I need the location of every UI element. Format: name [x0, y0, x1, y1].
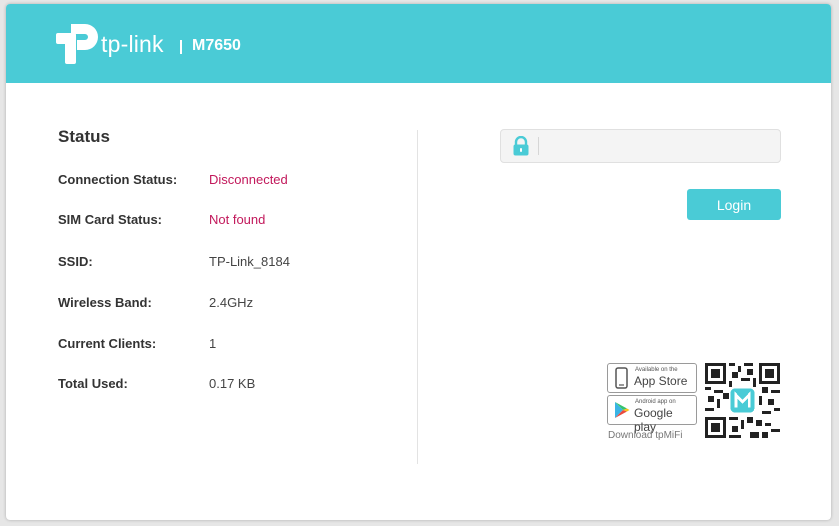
app-store-big-text: App Store	[634, 374, 688, 388]
ssid-value: TP-Link_8184	[209, 254, 290, 269]
wireless-band-value: 2.4GHz	[209, 295, 254, 310]
sim-card-status-label: SIM Card Status:	[58, 212, 163, 227]
status-title: Status	[58, 127, 110, 146]
login-button[interactable]: Login	[687, 189, 781, 220]
google-play-badge[interactable]: Android app on Google play	[607, 395, 697, 434]
total-used-value: 0.17 KB	[209, 376, 256, 391]
total-used-label: Total Used:	[58, 376, 128, 391]
download-app-label: Download tpMiFi	[608, 430, 683, 441]
current-clients-value: 1	[209, 336, 217, 351]
ssid-label: SSID:	[58, 254, 93, 269]
app-store-small-text: Available on the	[635, 367, 678, 373]
qr-code-icon	[705, 363, 780, 438]
wireless-band-label: Wireless Band:	[58, 295, 152, 310]
connection-status-value: Disconnected	[209, 172, 288, 187]
password-field-separator	[538, 137, 539, 155]
password-field[interactable]	[500, 129, 781, 163]
header-bar: tp-link M7650	[6, 4, 831, 83]
connection-status-label: Connection Status:	[58, 172, 178, 187]
login-page: tp-link M7650 Status Connection Status: …	[6, 4, 831, 520]
tp-link-logo-icon	[56, 24, 98, 64]
section-divider	[417, 130, 418, 464]
header-separator	[180, 40, 182, 54]
app-store-badge[interactable]: Available on the App Store	[607, 363, 697, 393]
brand-name: tp-link	[101, 31, 164, 57]
lock-icon	[513, 136, 529, 156]
google-play-small-text: Android app on	[635, 399, 676, 405]
phone-icon	[615, 367, 628, 389]
model-name: M7650	[192, 37, 241, 54]
current-clients-label: Current Clients:	[58, 336, 157, 351]
sim-card-status-value: Not found	[209, 212, 266, 227]
password-input[interactable]	[543, 131, 777, 161]
play-icon	[615, 402, 630, 418]
